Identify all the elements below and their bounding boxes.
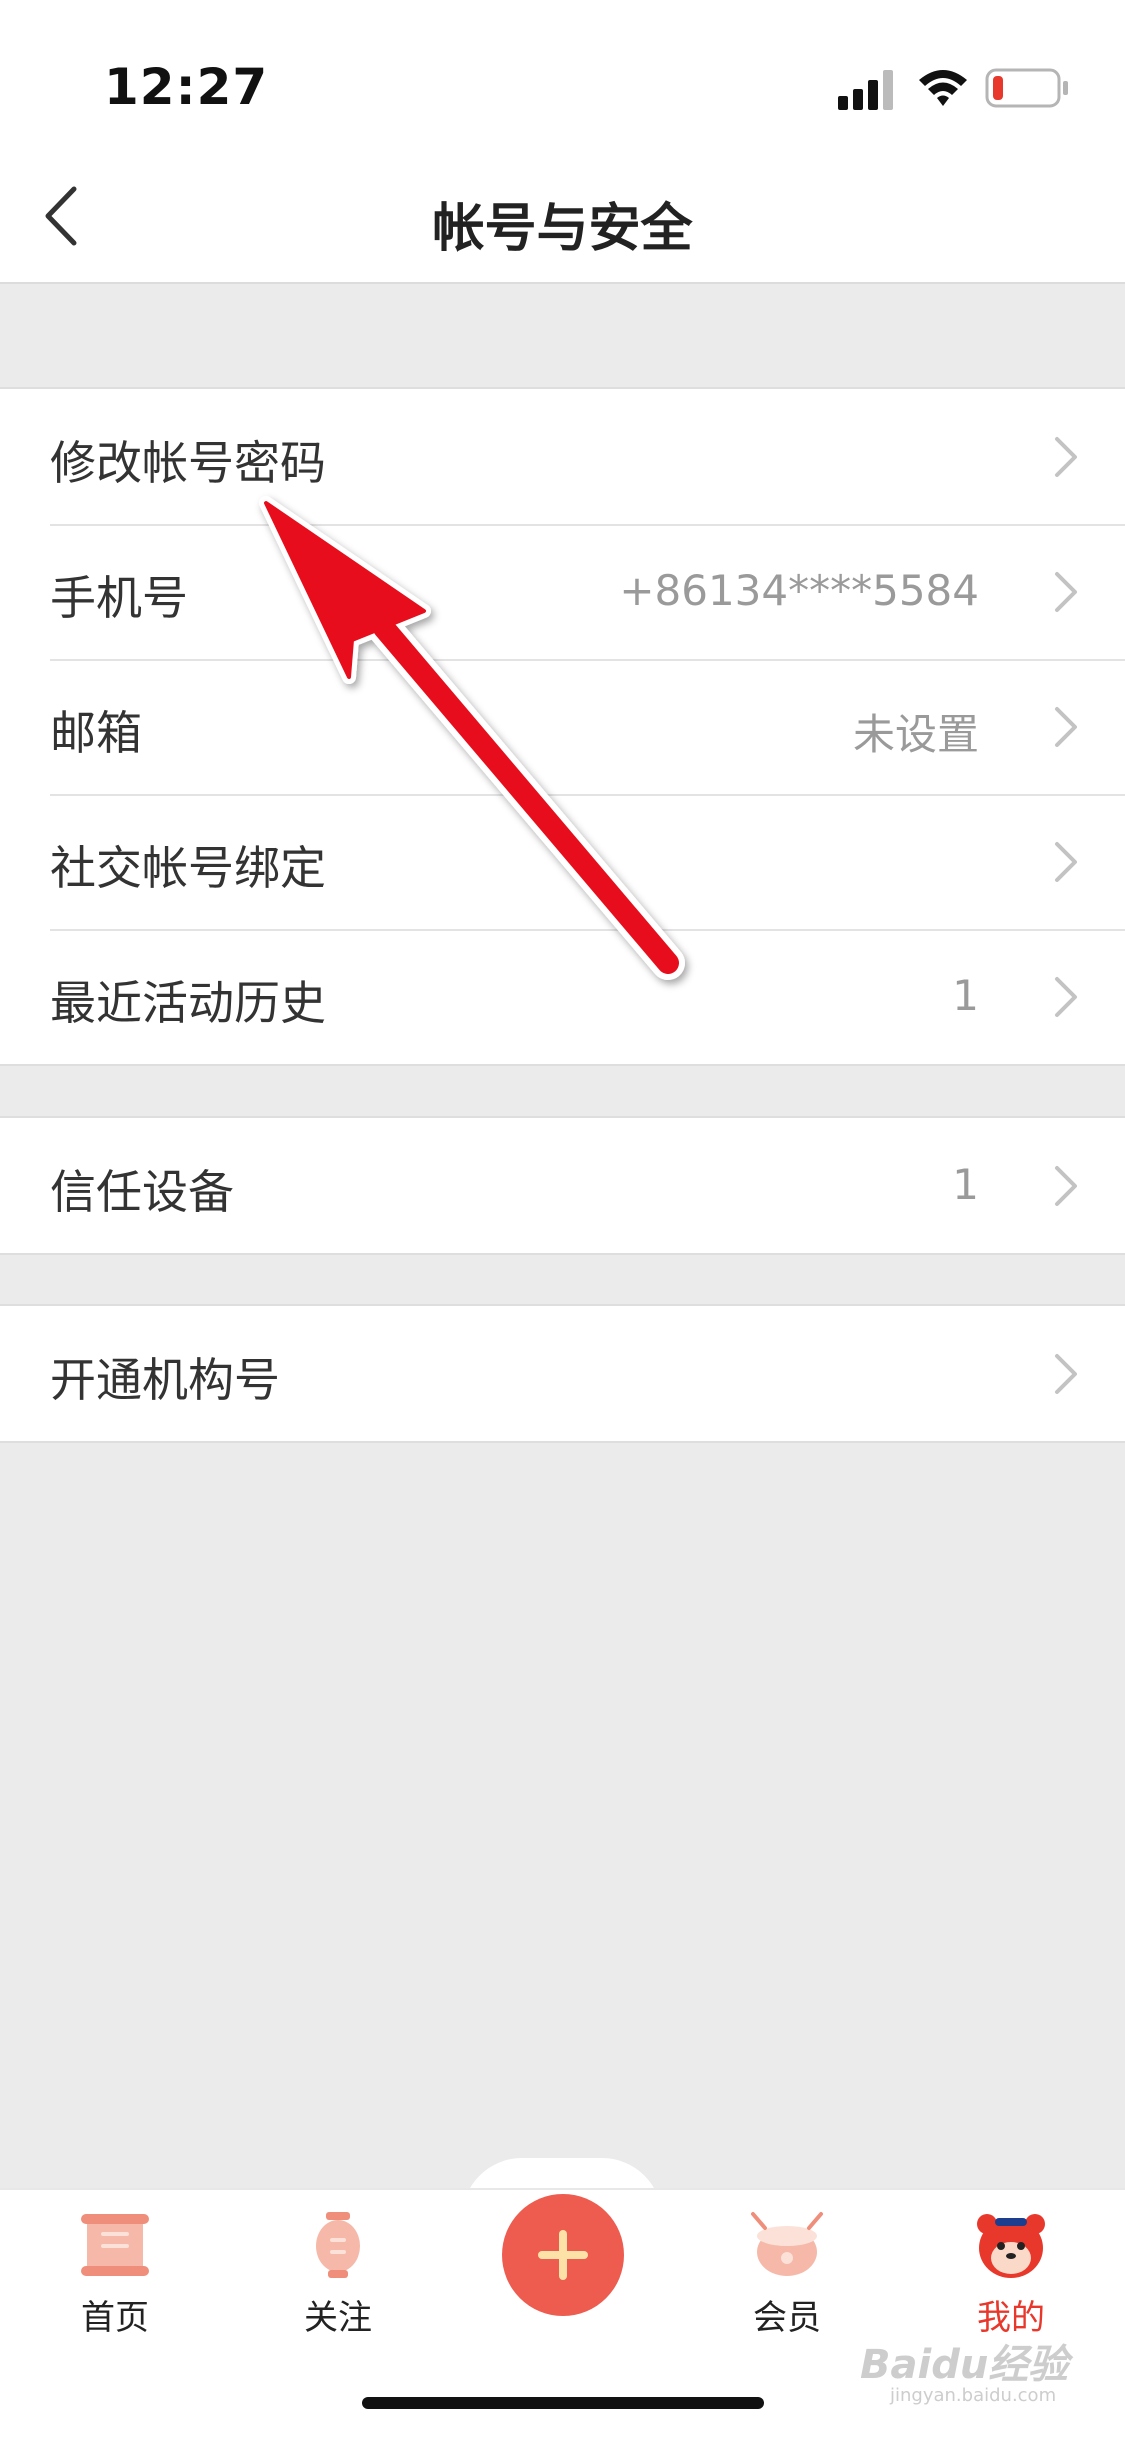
watermark-sub: jingyan.baidu.com bbox=[890, 2385, 1057, 2406]
scroll-icon bbox=[81, 2214, 149, 2276]
chevron-right-icon bbox=[1055, 842, 1077, 882]
tab-label: 会员 bbox=[753, 2298, 821, 2338]
chevron-right-icon bbox=[1055, 1354, 1077, 1394]
tab-label: 首页 bbox=[81, 2298, 149, 2338]
page-title: 帐号与安全 bbox=[432, 199, 693, 259]
tiger-avatar-icon bbox=[977, 2214, 1045, 2278]
battery-icon bbox=[985, 68, 1068, 108]
drum-icon bbox=[751, 2212, 823, 2276]
row-value: 1 bbox=[952, 971, 979, 1020]
tab-follow[interactable]: 关注 bbox=[258, 2210, 418, 2340]
tab-me[interactable]: 我的 bbox=[931, 2210, 1091, 2340]
tab-label: 关注 bbox=[304, 2298, 372, 2338]
tab-home[interactable]: 首页 bbox=[35, 2210, 195, 2340]
navigation-bar: 帐号与安全 bbox=[0, 150, 1125, 284]
row-value: 1 bbox=[952, 1160, 979, 1209]
row-open-organization-account[interactable]: 开通机构号 bbox=[0, 1306, 1125, 1441]
row-recent-activity[interactable]: 最近活动历史 1 bbox=[0, 929, 1125, 1064]
cellular-signal-icon bbox=[838, 70, 893, 110]
row-label: 开通机构号 bbox=[50, 1353, 280, 1407]
status-bar: 12:27 bbox=[0, 0, 1125, 150]
row-label: 邮箱 bbox=[50, 706, 142, 760]
chevron-right-icon bbox=[1055, 707, 1077, 747]
status-time: 12:27 bbox=[104, 58, 269, 116]
tab-membership[interactable]: 会员 bbox=[707, 2210, 867, 2340]
plus-icon bbox=[538, 2230, 588, 2280]
watermark: Baidu经验 bbox=[860, 2342, 1069, 2388]
row-email[interactable]: 邮箱 未设置 bbox=[0, 659, 1125, 794]
row-trusted-devices[interactable]: 信任设备 1 bbox=[0, 1118, 1125, 1253]
wifi-icon bbox=[919, 70, 967, 106]
home-indicator[interactable] bbox=[362, 2397, 764, 2409]
row-phone-number[interactable]: 手机号 +86134****5584 bbox=[0, 524, 1125, 659]
lantern-icon bbox=[316, 2212, 360, 2278]
row-change-password[interactable]: 修改帐号密码 bbox=[0, 389, 1125, 524]
settings-group-account: 修改帐号密码 手机号 +86134****5584 邮箱 未设置 社交帐号绑定 … bbox=[0, 387, 1125, 1066]
row-label: 社交帐号绑定 bbox=[50, 841, 326, 895]
add-post-button[interactable] bbox=[502, 2194, 624, 2316]
chevron-right-icon bbox=[1055, 977, 1077, 1017]
row-label: 最近活动历史 bbox=[50, 976, 326, 1030]
row-label: 信任设备 bbox=[50, 1165, 234, 1219]
row-value: 未设置 bbox=[852, 710, 979, 759]
settings-group-devices: 信任设备 1 bbox=[0, 1116, 1125, 1255]
settings-group-organization: 开通机构号 bbox=[0, 1304, 1125, 1443]
row-label: 修改帐号密码 bbox=[50, 436, 326, 490]
chevron-right-icon bbox=[1055, 572, 1077, 612]
row-label: 手机号 bbox=[50, 571, 188, 625]
row-value: +86134****5584 bbox=[619, 566, 979, 615]
row-social-binding[interactable]: 社交帐号绑定 bbox=[0, 794, 1125, 929]
chevron-right-icon bbox=[1055, 1166, 1077, 1206]
chevron-right-icon bbox=[1055, 437, 1077, 477]
